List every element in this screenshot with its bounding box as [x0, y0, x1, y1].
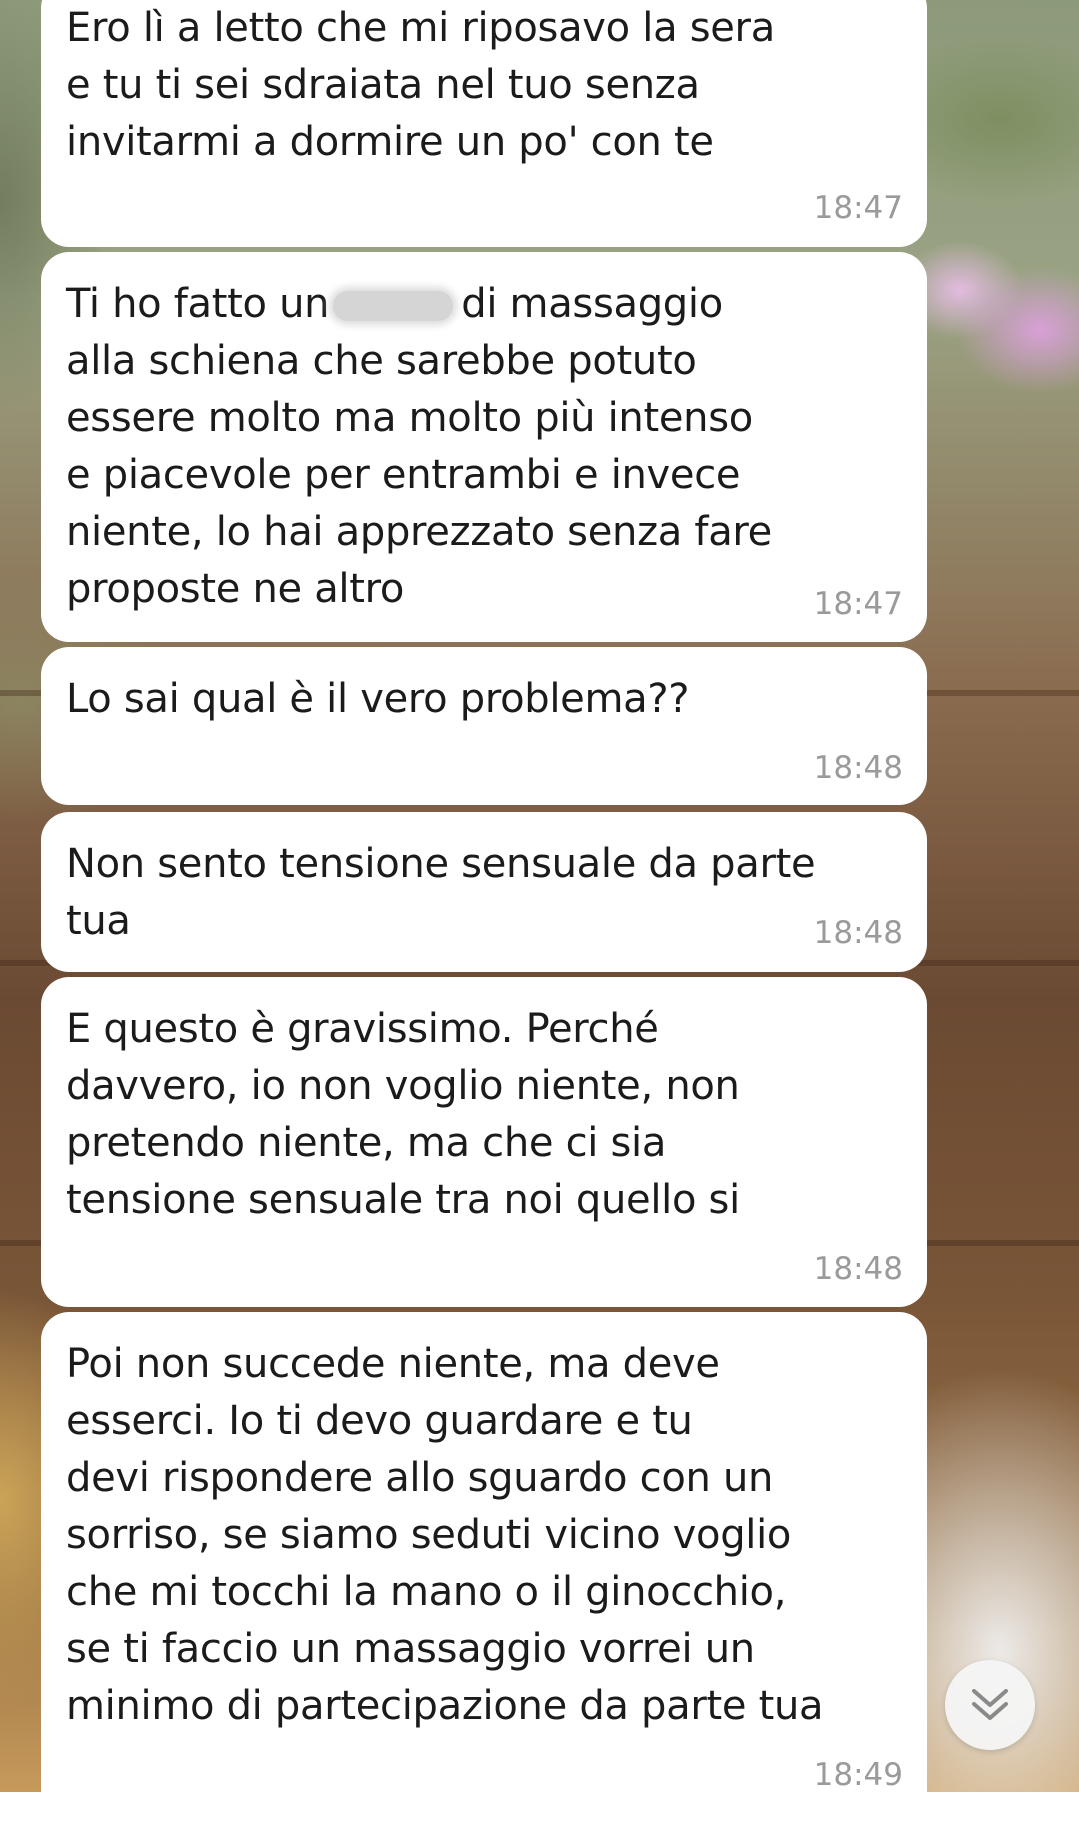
message-text: Poi non succede niente, ma deve esserci.…	[66, 1341, 824, 1729]
message-bubble[interactable]: Ero lì a letto che mi riposavo la sera e…	[41, 0, 927, 247]
message-time: 18:49	[813, 1757, 903, 1793]
message-bubble[interactable]: Non sento tensione sensuale da parte tua…	[41, 812, 927, 972]
chat-messages[interactable]: Ero lì a letto che mi riposavo la sera e…	[0, 0, 1079, 1832]
scroll-to-bottom-button[interactable]	[945, 1660, 1035, 1750]
message-time: 18:48	[813, 1251, 903, 1287]
message-bubble[interactable]: Poi non succede niente, ma deve esserci.…	[41, 1312, 927, 1832]
message-text: Non sento tensione sensuale da parte tua	[66, 841, 816, 944]
message-time: 18:47	[813, 190, 903, 226]
message-time: 18:48	[813, 915, 903, 951]
redacted-word	[333, 291, 454, 321]
message-text: E questo è gravissimo. Perché davvero, i…	[66, 1006, 740, 1223]
message-text: Ero lì a letto che mi riposavo la sera e…	[66, 5, 775, 165]
message-bubble[interactable]: Lo sai qual è il vero problema?? 18:48	[41, 647, 927, 805]
message-text-part: di massaggio alla schiena che sarebbe po…	[66, 281, 772, 612]
double-chevron-down-icon	[972, 1689, 1008, 1720]
message-time: 18:48	[813, 750, 903, 786]
message-text: Lo sai qual è il vero problema??	[66, 676, 690, 722]
message-text-part: Ti ho fatto un	[66, 281, 330, 327]
message-text: Ti ho fatto un di massaggio alla schiena …	[66, 276, 903, 618]
message-time: 18:47	[813, 586, 903, 622]
message-bubble[interactable]: Ti ho fatto un di massaggio alla schiena …	[41, 252, 927, 642]
message-bubble[interactable]: E questo è gravissimo. Perché davvero, i…	[41, 977, 927, 1307]
